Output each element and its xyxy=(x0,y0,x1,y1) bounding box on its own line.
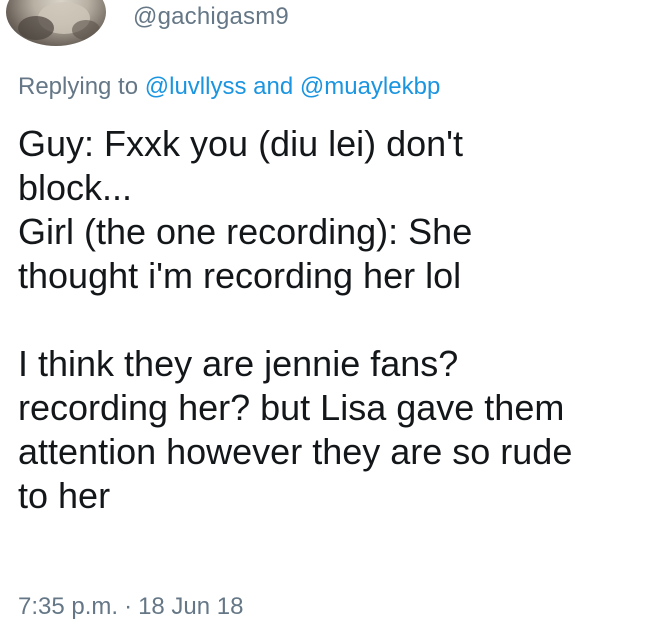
tweet-paragraph: Guy: Fxxk you (diu lei) don't block... G… xyxy=(18,123,473,296)
author-handle[interactable]: @gachigasm9 xyxy=(133,0,289,34)
tweet-paragraph: I think they are jennie fans? recording … xyxy=(18,343,573,516)
tweet-timestamp[interactable]: 7:35 p.m. · 18 Jun 18 xyxy=(18,590,243,624)
mention-link[interactable]: @luvllyss xyxy=(145,73,247,100)
replying-to-label: Replying to xyxy=(18,73,139,100)
mention-joiner: and xyxy=(253,73,294,100)
avatar-image-icon xyxy=(18,2,100,40)
timestamp-separator: · xyxy=(124,593,133,620)
replying-to-line: Replying to @luvllyss and @muaylekbp xyxy=(18,70,440,104)
avatar[interactable] xyxy=(6,0,106,46)
tweet-body: Guy: Fxxk you (diu lei) don't block... G… xyxy=(18,122,648,518)
tweet-card: @gachigasm9 Replying to @luvllyss and @m… xyxy=(0,0,660,633)
mention-link[interactable]: @muaylekbp xyxy=(300,73,440,100)
tweet-time: 7:35 p.m. xyxy=(18,593,119,620)
tweet-date: 18 Jun 18 xyxy=(138,593,244,620)
